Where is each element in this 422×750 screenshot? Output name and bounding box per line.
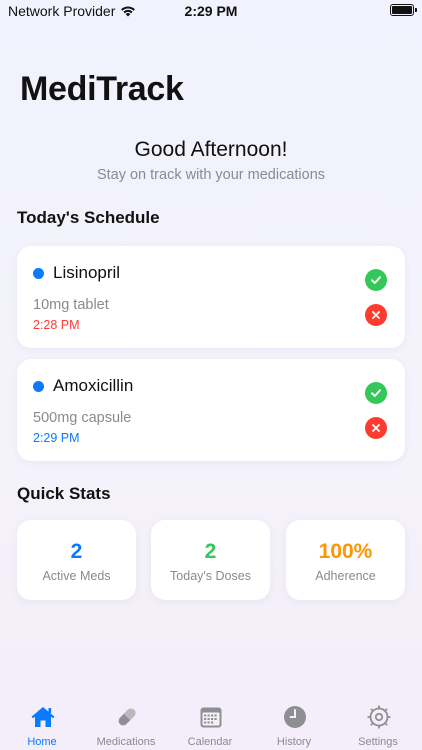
calendar-icon <box>200 707 222 728</box>
stat-card-adherence: 100% Adherence <box>286 520 405 600</box>
app-title: MediTrack <box>20 70 184 108</box>
tab-home[interactable]: Home <box>0 700 84 750</box>
battery-icon <box>390 4 417 16</box>
mark-skipped-button[interactable] <box>365 417 387 439</box>
checkmark-icon <box>371 389 381 397</box>
tab-history[interactable]: History <box>252 700 336 750</box>
tab-settings[interactable]: Settings <box>336 700 420 750</box>
battery-fill <box>392 6 412 14</box>
medication-card: Lisinopril 10mg tablet 2:28 PM <box>17 246 405 348</box>
greeting-subtitle: Stay on track with your medications <box>96 167 326 183</box>
medication-card: Amoxicillin 500mg capsule 2:29 PM <box>17 359 405 461</box>
stat-value: 2 <box>70 540 83 563</box>
tab-label: Home <box>27 736 57 748</box>
status-time: 2:29 PM <box>184 3 238 19</box>
stat-label: Today's Doses <box>170 569 251 583</box>
schedule-section-title: Today's Schedule <box>17 208 160 227</box>
clock-icon <box>284 706 306 728</box>
stat-value: 2 <box>204 540 217 563</box>
gear-icon <box>367 705 391 729</box>
stat-label: Adherence <box>315 569 376 583</box>
medication-status-dot <box>33 381 44 392</box>
medication-name: Amoxicillin <box>53 376 134 395</box>
medication-dose: 10mg tablet <box>33 297 109 313</box>
mark-skipped-button[interactable] <box>365 304 387 326</box>
medication-time: 2:29 PM <box>33 431 80 445</box>
xmark-icon <box>372 424 380 432</box>
mark-taken-button[interactable] <box>365 382 387 404</box>
checkmark-icon <box>371 276 381 284</box>
tab-label: Medications <box>96 736 156 748</box>
medication-dose: 500mg capsule <box>33 410 132 426</box>
stat-label: Active Meds <box>42 569 111 583</box>
greeting-heading: Good Afternoon! <box>134 138 288 161</box>
xmark-icon <box>372 311 380 319</box>
stat-card-todays-doses: 2 Today's Doses <box>151 520 270 600</box>
house-icon <box>31 707 55 727</box>
stat-value: 100% <box>318 540 373 563</box>
tab-bar: Home Medications Calendar History Settin… <box>0 700 422 750</box>
tab-calendar[interactable]: Calendar <box>168 700 252 750</box>
medication-name: Lisinopril <box>53 263 121 282</box>
stat-card-active-meds: 2 Active Meds <box>17 520 136 600</box>
tab-medications[interactable]: Medications <box>84 700 168 750</box>
tab-label: Calendar <box>187 736 233 748</box>
tab-label: History <box>276 736 312 748</box>
pill-icon <box>118 708 136 726</box>
medication-time: 2:28 PM <box>33 318 80 332</box>
medication-status-dot <box>33 268 44 279</box>
status-bar: Network Provider 2:29 PM <box>0 0 422 24</box>
mark-taken-button[interactable] <box>365 269 387 291</box>
tab-label: Settings <box>358 736 398 748</box>
stats-section-title: Quick Stats <box>17 484 111 503</box>
